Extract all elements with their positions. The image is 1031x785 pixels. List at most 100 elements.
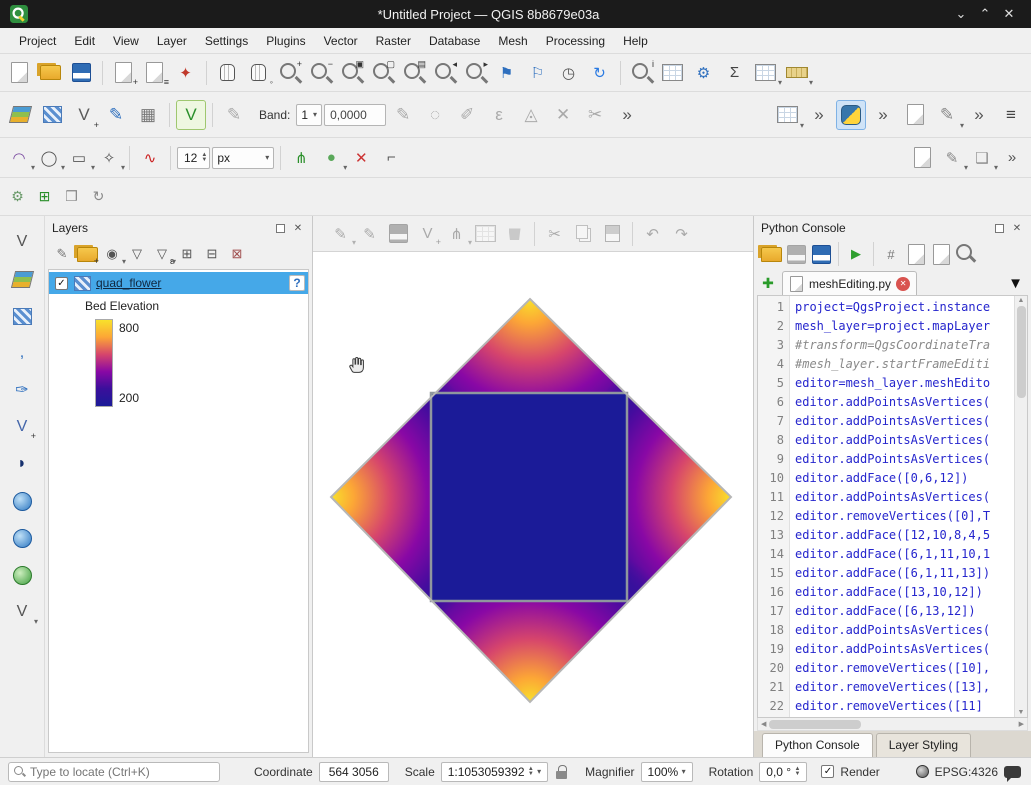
settings-gear-button[interactable]: ⚙ <box>5 184 30 209</box>
menu-vector[interactable]: Vector <box>315 30 367 52</box>
zoom-in-button[interactable]: + <box>275 58 304 87</box>
modify-attributes-button[interactable] <box>472 220 499 247</box>
python-console-toggle-button[interactable] <box>836 100 866 130</box>
transform-mesh-vertices-button[interactable]: ✐ <box>452 100 482 130</box>
toggle-editing-button[interactable]: ✎ <box>356 220 383 247</box>
add-mesh-layer-browser-button[interactable] <box>8 302 36 330</box>
trim-extend-feature-button[interactable]: ⌐ <box>377 144 405 172</box>
scroll-left-icon[interactable]: ◀ <box>761 720 766 728</box>
scroll-right-icon[interactable]: ▶ <box>1019 720 1024 728</box>
menu-layer[interactable]: Layer <box>148 30 196 52</box>
toolbar-menu-button[interactable]: ≡ <box>996 100 1026 130</box>
menu-processing[interactable]: Processing <box>537 30 614 52</box>
code-line[interactable]: editor.addPointsAsVertices( <box>795 450 1014 469</box>
show-spatial-bookmarks-button[interactable]: ⚐ <box>523 58 552 87</box>
draw-regular-polygons-button[interactable]: ✧▾ <box>95 144 123 172</box>
tab-layer-styling[interactable]: Layer Styling <box>876 733 971 757</box>
remove-layer-group-button[interactable]: ⊠ <box>225 242 249 266</box>
code-line[interactable]: editor.addPointsAsVertices( <box>795 640 1014 659</box>
add-wfs-layer-button[interactable] <box>8 487 36 515</box>
vertical-scroll-thumb[interactable] <box>1017 306 1026 398</box>
menu-edit[interactable]: Edit <box>65 30 104 52</box>
maximize-icon[interactable]: ⌃ <box>973 6 997 22</box>
open-layer-styling-panel-button[interactable]: ✎ <box>50 242 74 266</box>
filter-legend-button[interactable]: ▽ <box>125 242 149 266</box>
mesh-digitizing-toolbar-toggle-button[interactable]: V <box>176 100 206 130</box>
delete-vertex-button[interactable]: ✕ <box>347 144 375 172</box>
code-line[interactable]: project=QgsProject.instance <box>795 298 1014 317</box>
select-mesh-elements-by-polygon-button[interactable]: ◌ <box>420 100 450 130</box>
locator-input[interactable] <box>30 765 214 779</box>
float-console-icon[interactable] <box>995 224 1004 233</box>
pan-map-button[interactable] <box>213 58 242 87</box>
band-selector[interactable]: 1▾ <box>296 104 322 126</box>
toggle-mesh-editing-button[interactable]: ✎ <box>219 100 249 130</box>
rotation-spinbox[interactable]: 0,0 ° ▲▼ <box>759 762 807 782</box>
new-temporary-scratch-layer-button[interactable]: ✎ <box>101 100 131 130</box>
add-raster-layer-button[interactable] <box>8 265 36 293</box>
snapping-on-intersection-button[interactable]: ●▾ <box>317 144 345 172</box>
new-virtual-layer-button[interactable]: ▦ <box>133 100 163 130</box>
editor-vertical-scrollbar[interactable]: ▲ ▼ <box>1014 296 1027 717</box>
code-line[interactable]: editor.addFace([6,1,11,10,1 <box>795 545 1014 564</box>
minimize-icon[interactable]: ⌄ <box>949 6 973 22</box>
code-line[interactable]: mesh_layer=project.mapLayer <box>795 317 1014 336</box>
layer-visibility-checkbox[interactable] <box>55 277 68 290</box>
open-project-button[interactable] <box>36 58 65 87</box>
new-project-button[interactable] <box>5 58 34 87</box>
menu-mesh[interactable]: Mesh <box>489 30 536 52</box>
menu-project[interactable]: Project <box>10 30 65 52</box>
code-line[interactable]: editor.addPointsAsVertices( <box>795 412 1014 431</box>
add-mesh-layer-button[interactable] <box>37 100 67 130</box>
crs-status[interactable]: EPSG:4326 <box>935 765 998 779</box>
new-shapefile-layer-button[interactable]: V+ <box>69 100 99 130</box>
delete-selected-vertices-button[interactable]: ✕ <box>548 100 578 130</box>
lock-scale-icon[interactable] <box>556 765 567 779</box>
refresh-map-button[interactable]: ↻ <box>585 58 614 87</box>
add-arcgis-rest-layer-button[interactable] <box>8 561 36 589</box>
tab-mesh-editing-py[interactable]: meshEditing.py ✕ <box>782 271 917 295</box>
add-group-button[interactable]: + <box>75 242 99 266</box>
code-line[interactable]: editor.addFace([6,1,11,13]) <box>795 564 1014 583</box>
save-project-button[interactable] <box>67 58 96 87</box>
scale-combo[interactable]: 1:1053059392 ▲▼ ▾ <box>441 762 548 782</box>
menu-settings[interactable]: Settings <box>196 30 257 52</box>
code-line[interactable]: editor.removeVertices([10], <box>795 659 1014 678</box>
zoom-last-button[interactable]: ◂ <box>430 58 459 87</box>
delete-selected-button[interactable] <box>501 220 528 247</box>
split-selected-faces-button[interactable]: ✂ <box>580 100 610 130</box>
add-to-favorites-button[interactable]: ⊞ <box>32 184 57 209</box>
code-area[interactable]: project=QgsProject.instancemesh_layer=pr… <box>790 296 1014 717</box>
toolbar-overflow-2-button[interactable]: » <box>868 100 898 130</box>
stream-digitizing-button[interactable]: ∿ <box>136 144 164 172</box>
new-spatial-bookmark-button[interactable]: ⚑ <box>492 58 521 87</box>
mesh-tools-overflow-button[interactable]: » <box>612 100 642 130</box>
layer-name[interactable]: quad_flower <box>96 276 284 290</box>
refresh-layers-button[interactable]: ↻ <box>86 184 111 209</box>
enable-tracing-button[interactable]: ⋔ <box>287 144 315 172</box>
style-manager-button[interactable]: ✦ <box>171 58 200 87</box>
collapse-all-button[interactable]: ⊟ <box>200 242 224 266</box>
coordinate-display[interactable]: 564 3056 <box>319 762 389 782</box>
code-line[interactable]: editor.addFace([0,6,12]) <box>795 469 1014 488</box>
menu-raster[interactable]: Raster <box>367 30 420 52</box>
new-print-layout-button[interactable]: + <box>109 58 138 87</box>
add-postgis-layer-button[interactable]: V+ <box>8 413 36 441</box>
digitize-mesh-elements-button[interactable]: ✎ <box>388 100 418 130</box>
filter-legend-by-expression-button[interactable]: ▽ε▾ <box>150 242 174 266</box>
close-console-icon[interactable]: ✕ <box>1010 223 1024 234</box>
code-line[interactable]: editor.addPointsAsVertices( <box>795 621 1014 640</box>
code-line[interactable]: #transform=QgsCoordinateTra <box>795 336 1014 355</box>
magnifier-combo[interactable]: 100% ▾ <box>641 762 693 782</box>
map-canvas[interactable] <box>313 252 753 757</box>
copy-features-button[interactable] <box>570 220 597 247</box>
tab-list-dropdown-icon[interactable]: ▼ <box>1008 275 1027 295</box>
new-layer-menu-button[interactable]: V▾ <box>8 598 36 626</box>
code-line[interactable]: editor.removeVertices([13], <box>795 678 1014 697</box>
show-layout-manager-button[interactable]: ≡ <box>140 58 169 87</box>
current-edits-button[interactable]: ✎▾ <box>327 220 354 247</box>
menu-database[interactable]: Database <box>420 30 489 52</box>
object-inspector-button[interactable] <box>904 242 928 266</box>
add-wcs-layer-button[interactable] <box>8 524 36 552</box>
code-line[interactable]: editor.addFace([13,10,12]) <box>795 583 1014 602</box>
